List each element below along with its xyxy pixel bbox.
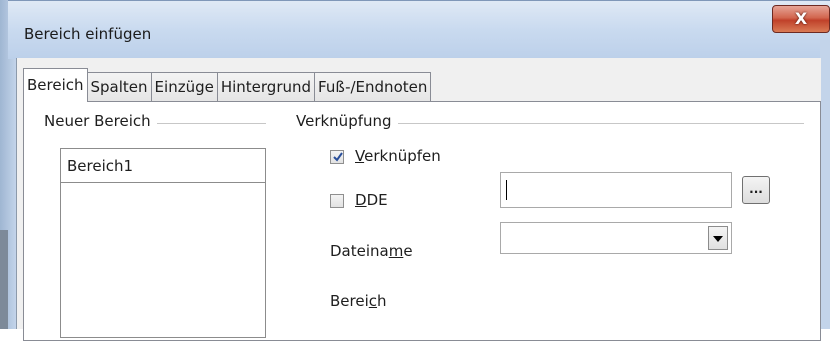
window-right-border [820,40,830,329]
list-item[interactable]: Bereich1 [61,149,265,183]
title-bar[interactable]: Bereich einfügen X [8,0,830,59]
section-name-list[interactable]: Bereich1 [60,148,266,338]
filename-input[interactable] [500,172,732,208]
dde-checkbox[interactable] [330,194,344,208]
section-label: Bereich [330,292,387,310]
tab-fuss-endnoten[interactable]: Fuß-/Endnoten [315,72,432,102]
filename-label-post: e [403,242,413,260]
section-label-post: h [377,292,387,310]
text-caret [506,180,507,200]
dde-mnemonic: D [355,191,367,209]
chevron-down-icon [713,236,723,242]
window-title: Bereich einfügen [24,25,152,43]
section-mnemonic: c [368,292,378,310]
section-label-pre: Berei [330,292,369,310]
group-title-new-section: Neuer Bereich [44,112,157,130]
filename-mnemonic: m [388,242,404,260]
close-icon: X [794,9,808,28]
link-label-rest: erknüpfen [364,147,441,165]
tab-bereich[interactable]: Bereich [23,68,88,102]
browse-button[interactable]: ... [742,176,770,204]
checkmark-icon [333,152,343,162]
filename-label-pre: Dateina [330,242,389,260]
dde-label-rest: DE [366,191,388,209]
tab-hintergrund[interactable]: Hintergrund [217,72,316,102]
link-checkbox-label[interactable]: Verknüpfen [355,147,441,165]
close-button[interactable]: X [772,5,830,33]
background-window-shadow [0,230,8,329]
dialog-window-frame: Bereich einfügen X Bereich Spalten Einzü… [0,0,830,341]
link-checkbox[interactable] [330,150,344,164]
tab-panel-bereich: Neuer Bereich Bereich1 Verknüpfung Verkn… [23,101,821,341]
tab-spalten[interactable]: Spalten [87,72,152,102]
filename-label: Dateiname [330,242,413,260]
tab-einzuege[interactable]: Einzüge [151,72,218,102]
dropdown-button[interactable] [708,226,728,250]
dde-checkbox-label[interactable]: DDE [355,191,388,209]
tab-bar: Bereich Spalten Einzüge Hintergrund Fuß-… [23,68,432,102]
section-select[interactable] [500,222,732,254]
link-mnemonic: V [355,147,365,165]
group-title-link: Verknüpfung [296,112,398,130]
